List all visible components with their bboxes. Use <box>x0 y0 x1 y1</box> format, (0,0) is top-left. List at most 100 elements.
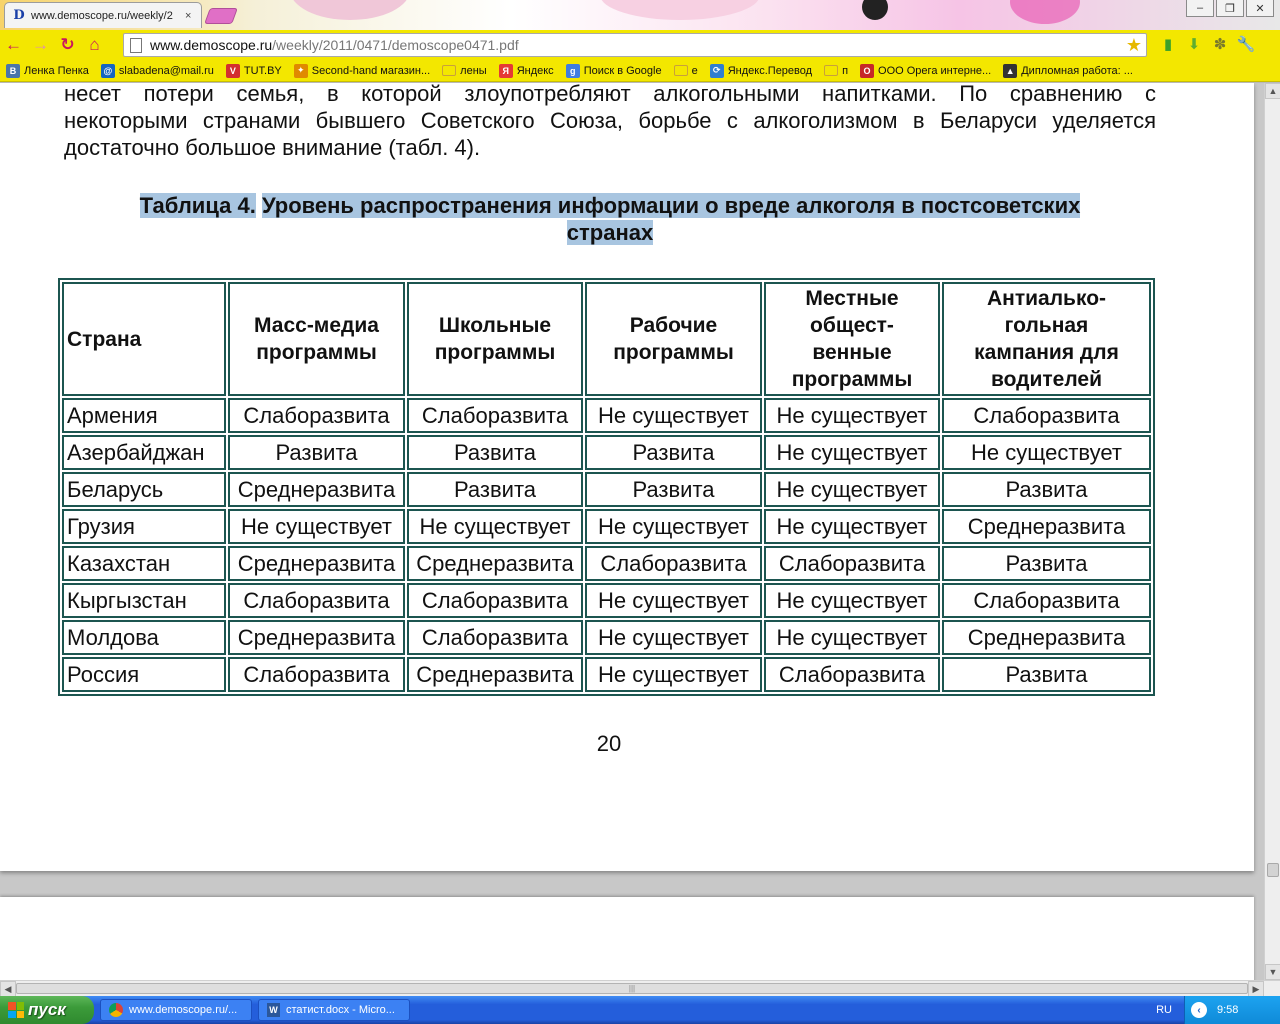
bookmark-item[interactable]: g Поиск в Google <box>565 63 662 78</box>
url-host: www.demoscope.ru <box>150 37 273 53</box>
forward-button[interactable]: → <box>27 35 54 55</box>
table-cell: Не существует <box>942 435 1151 470</box>
bookmark-item[interactable]: O ООО Орега интерне... <box>860 63 991 78</box>
bookmark-item[interactable]: @ slabadena@mail.ru <box>100 63 214 78</box>
table-cell: Слаборазвита <box>407 583 583 618</box>
table-header-cell: Антиалько-гольная кампания для водителей <box>942 282 1151 396</box>
bookmark-item[interactable]: п <box>824 65 848 77</box>
table-header-row: Страна Масс-медиа программы Школьные програм… <box>62 282 1151 396</box>
language-indicator[interactable]: RU <box>1156 1004 1172 1016</box>
start-button[interactable]: пуск <box>0 996 94 1024</box>
table-cell: Слаборазвита <box>407 620 583 655</box>
table-row: Молдова Среднеразвита Слаборазвита Не сущес… <box>62 620 1151 655</box>
table-row: Армения Слаборазвита Слаборазвита Не сущест… <box>62 398 1151 433</box>
table-cell: Слаборазвита <box>585 546 762 581</box>
folder-icon <box>673 65 688 76</box>
vertical-scroll-thumb[interactable] <box>1267 863 1279 877</box>
table-cell: Среднеразвита <box>228 546 405 581</box>
bookmark-label: е <box>691 64 698 77</box>
browser-tab[interactable]: D www.demoscope.ru/weekly/2 × <box>4 2 202 28</box>
country-cell: Кыргызстан <box>62 583 226 618</box>
bookmark-item[interactable]: ▲ Дипломная работа: ... <box>1003 63 1133 78</box>
table-cell: Слаборазвита <box>942 398 1151 433</box>
opera-icon: O <box>860 63 875 78</box>
table-cell: Не существует <box>585 583 762 618</box>
restore-button[interactable]: ❐ <box>1216 0 1244 17</box>
paw-extension-icon[interactable]: ✽ <box>1210 33 1230 55</box>
wrench-menu-icon[interactable]: 🔧 <box>1236 33 1256 55</box>
scroll-right-arrow-icon[interactable]: ▶ <box>1248 981 1264 997</box>
table-header-cell: Местные общест-венные программы <box>764 282 940 396</box>
pdf-page: несет потери семья, в которой злоупотреб… <box>0 83 1254 871</box>
country-cell: Армения <box>62 398 226 433</box>
scroll-down-arrow-icon[interactable]: ▼ <box>1265 964 1280 980</box>
table-row: Беларусь Среднеразвита Развита Развита Не су… <box>62 472 1151 507</box>
table-header-cell: Масс-медиа программы <box>228 282 405 396</box>
horizontal-scrollbar[interactable]: ◀ ||| ▶ <box>0 980 1280 997</box>
address-bar[interactable]: www.demoscope.ru/weekly/2011/0471/demosc… <box>123 33 1147 57</box>
header-text-line: программы <box>434 341 556 364</box>
table-cell: Не существует <box>585 620 762 655</box>
table-cell: Развита <box>942 472 1151 507</box>
new-tab-button[interactable] <box>204 8 238 24</box>
bookmark-item[interactable]: ⟳ Яндекс.Перевод <box>709 63 812 78</box>
paragraph-line: несет потери семья, в которой злоупотреб… <box>64 83 1156 106</box>
table-cell: Развита <box>942 657 1151 692</box>
bookmark-item[interactable]: ✦ Second-hand магазин... <box>293 63 430 78</box>
reload-button[interactable]: ↻ <box>54 35 81 55</box>
taskbar-item-word[interactable]: W статист.docx - Micro... <box>258 999 410 1021</box>
table-cell: Развита <box>407 435 583 470</box>
tab-close-icon[interactable]: × <box>185 10 191 22</box>
table-cell: Слаборазвита <box>228 657 405 692</box>
table-cell: Не существует <box>228 509 405 544</box>
extension-icons: ▮ ⬇ ✽ 🔧 <box>1158 33 1256 55</box>
country-cell: Россия <box>62 657 226 692</box>
translate-icon: ⟳ <box>709 63 724 78</box>
windows-logo-icon <box>8 1002 24 1018</box>
table-cell: Слаборазвита <box>942 583 1151 618</box>
bookmark-label: slabadena@mail.ru <box>118 64 214 77</box>
tray-expand-icon[interactable]: ‹ <box>1191 1002 1207 1018</box>
bookmark-item[interactable]: V TUT.BY <box>225 63 282 78</box>
bookmark-item[interactable]: лены <box>442 65 487 77</box>
scroll-up-arrow-icon[interactable]: ▲ <box>1265 83 1280 99</box>
bookmark-item[interactable]: е <box>673 64 698 77</box>
signal-extension-icon[interactable]: ▮ <box>1158 33 1178 55</box>
table-cell: Слаборазвита <box>228 583 405 618</box>
bookmark-item[interactable]: Я Яндекс <box>498 63 554 78</box>
vertical-scrollbar[interactable]: ▲ ▼ <box>1264 83 1280 980</box>
country-cell: Казахстан <box>62 546 226 581</box>
bookmark-label: Яндекс <box>516 64 554 77</box>
page-number: 20 <box>596 731 622 756</box>
title-bar: D www.demoscope.ru/weekly/2 × – ❐ ✕ <box>0 0 1280 30</box>
clock[interactable]: 9:58 <box>1217 1004 1238 1016</box>
word-icon: W <box>267 1003 280 1017</box>
header-text-line: Страна <box>67 327 142 351</box>
table-cell: Развита <box>407 472 583 507</box>
bookmark-star-icon[interactable]: ★ <box>1126 35 1142 56</box>
folder-icon <box>442 65 457 76</box>
table-cell: Не существует <box>585 398 762 433</box>
taskbar-item-label: www.demoscope.ru/... <box>129 1004 238 1016</box>
horizontal-scroll-thumb[interactable]: ||| <box>16 983 1248 994</box>
header-text-line: венные <box>812 341 892 364</box>
pdf-viewer[interactable]: несет потери семья, в которой злоупотреб… <box>0 83 1264 980</box>
bookmark-item[interactable]: B Ленка Пенка <box>6 63 89 78</box>
table-row: Россия Слаборазвита Среднеразвита Не сущест… <box>62 657 1151 692</box>
minimize-button[interactable]: – <box>1186 0 1214 17</box>
taskbar-item-chrome[interactable]: www.demoscope.ru/... <box>100 999 252 1021</box>
caption-title-end: странах <box>566 220 654 245</box>
mail-icon: @ <box>100 63 115 78</box>
close-window-button[interactable]: ✕ <box>1246 0 1274 17</box>
tab-title: www.demoscope.ru/weekly/2 <box>31 9 173 22</box>
theme-flower-decoration <box>600 0 760 20</box>
download-extension-icon[interactable]: ⬇ <box>1184 33 1204 55</box>
scroll-left-arrow-icon[interactable]: ◀ <box>0 981 16 997</box>
header-text-line: программы <box>791 368 913 391</box>
back-button[interactable]: ← <box>0 35 27 55</box>
table-header-cell: Страна <box>62 282 226 396</box>
paragraph-line: достаточно большое внимание (табл. 4). <box>64 135 481 160</box>
country-cell: Молдова <box>62 620 226 655</box>
table-cell: Среднеразвита <box>228 472 405 507</box>
home-button[interactable]: ⌂ <box>81 35 108 55</box>
